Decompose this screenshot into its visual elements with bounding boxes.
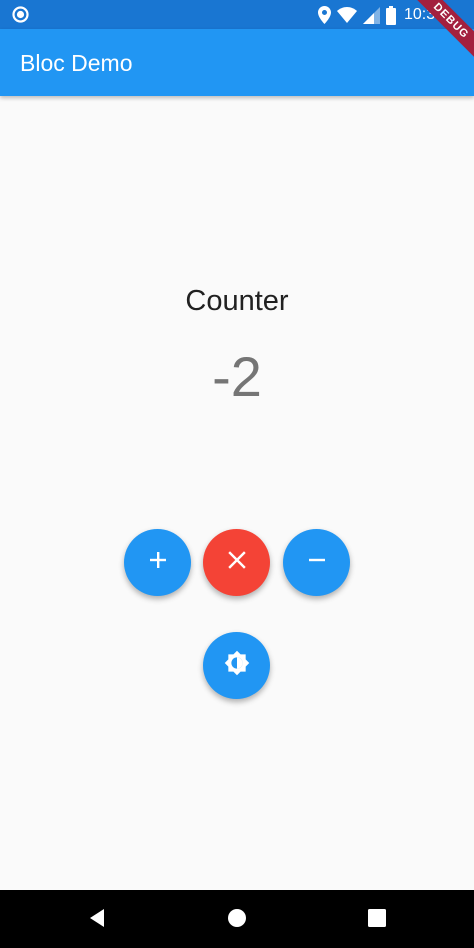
plus-icon <box>148 550 168 575</box>
increment-button[interactable] <box>124 529 191 596</box>
recents-icon <box>368 908 386 932</box>
app-notification-icon <box>12 6 29 23</box>
app-bar-title: Bloc Demo <box>20 50 133 76</box>
toggle-theme-button[interactable] <box>203 632 270 699</box>
minus-icon <box>307 550 327 575</box>
decrement-button[interactable] <box>283 529 350 596</box>
back-button[interactable] <box>86 908 108 933</box>
counter-label: Counter <box>185 285 289 317</box>
reset-button[interactable] <box>203 529 270 596</box>
wifi-icon <box>336 7 357 23</box>
battery-icon <box>385 5 396 25</box>
home-icon <box>227 908 247 933</box>
status-bar: 10:39 <box>0 0 474 29</box>
back-icon <box>87 908 107 933</box>
brightness-icon <box>224 650 250 681</box>
app-bar: Bloc Demo <box>0 29 474 96</box>
counter-value: -2 <box>212 345 262 408</box>
close-icon <box>227 550 247 575</box>
recents-button[interactable] <box>366 908 388 932</box>
navigation-bar <box>0 890 474 948</box>
home-button[interactable] <box>226 908 248 933</box>
location-icon <box>317 6 331 24</box>
cell-signal-icon <box>362 6 380 24</box>
